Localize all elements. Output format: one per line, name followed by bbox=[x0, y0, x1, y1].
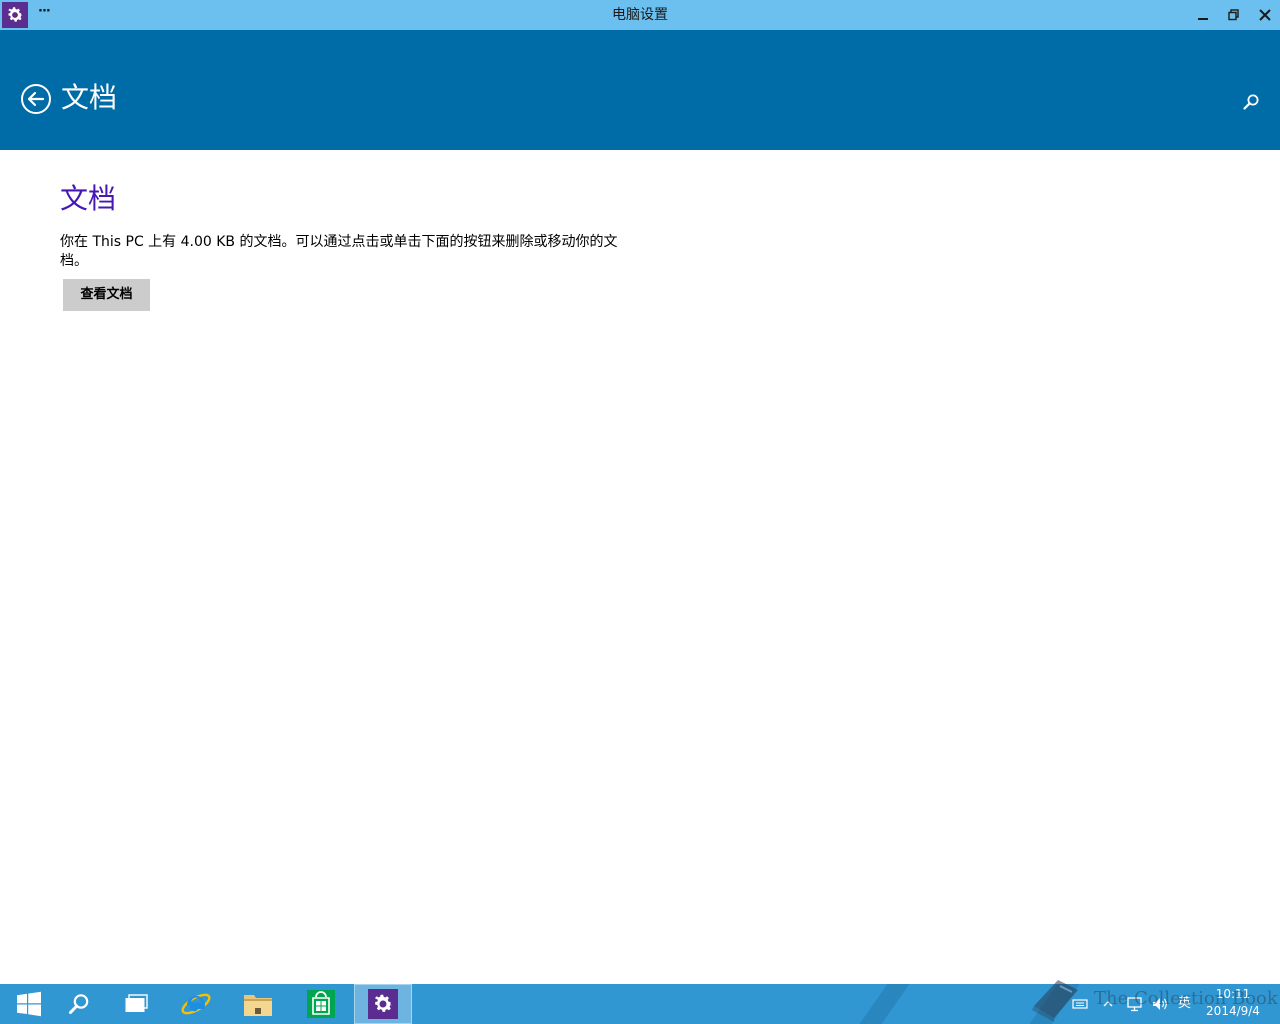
close-button[interactable] bbox=[1249, 0, 1280, 30]
show-hidden-icons-chevron-icon[interactable] bbox=[1102, 984, 1114, 1024]
search-button[interactable] bbox=[1240, 91, 1262, 113]
search-icon bbox=[69, 994, 89, 1014]
minimize-icon bbox=[1198, 18, 1208, 20]
ie-icon bbox=[181, 993, 211, 1015]
task-view-button[interactable] bbox=[108, 984, 166, 1024]
page-title: 文档 bbox=[61, 81, 118, 114]
network-tray-icon[interactable] bbox=[1126, 984, 1144, 1024]
app-gear-icon[interactable] bbox=[2, 2, 28, 28]
ime-indicator[interactable]: 英 bbox=[1178, 984, 1191, 1024]
file-explorer-button[interactable] bbox=[229, 984, 287, 1024]
volume-tray-icon[interactable] bbox=[1151, 984, 1169, 1024]
window-title: 电脑设置 bbox=[612, 7, 668, 23]
keyboard-tray-icon[interactable] bbox=[1072, 984, 1088, 1024]
search-icon bbox=[1243, 94, 1259, 110]
clock-time: 10:11 bbox=[1215, 987, 1251, 1001]
back-button[interactable] bbox=[20, 83, 52, 115]
view-documents-button[interactable]: 查看文档 bbox=[63, 279, 150, 311]
internet-explorer-button[interactable] bbox=[167, 984, 225, 1024]
restore-icon bbox=[1228, 9, 1239, 21]
pc-settings-taskbar-button[interactable] bbox=[354, 984, 412, 1024]
documents-description: 你在 This PC 上有 4.00 KB 的文档。可以通过点击或单击下面的按钮… bbox=[60, 234, 618, 269]
store-button[interactable] bbox=[292, 984, 350, 1024]
clock[interactable]: 10:11 2014/9/4 bbox=[1200, 986, 1266, 1020]
clock-date: 2014/9/4 bbox=[1206, 1004, 1260, 1018]
taskbar-search-button[interactable] bbox=[50, 984, 108, 1024]
task-view-icon bbox=[125, 994, 148, 1012]
section-title: 文档 bbox=[60, 182, 117, 215]
minimize-button[interactable] bbox=[1187, 0, 1219, 30]
gear-icon bbox=[368, 989, 398, 1019]
windows-logo-icon bbox=[17, 991, 41, 1017]
taskbar-decor-stripe bbox=[848, 984, 914, 1024]
title-bar: ··· 电脑设置 bbox=[0, 0, 1280, 30]
restore-button[interactable] bbox=[1218, 0, 1250, 30]
store-icon bbox=[307, 990, 335, 1018]
page-header: 文档 bbox=[0, 30, 1280, 150]
folder-icon bbox=[244, 995, 272, 1016]
taskbar: 英 10:11 2014/9/4 bbox=[0, 984, 1280, 1024]
app-menu-button[interactable]: ··· bbox=[38, 2, 51, 22]
back-arrow-icon bbox=[21, 84, 51, 114]
close-icon bbox=[1259, 9, 1271, 21]
